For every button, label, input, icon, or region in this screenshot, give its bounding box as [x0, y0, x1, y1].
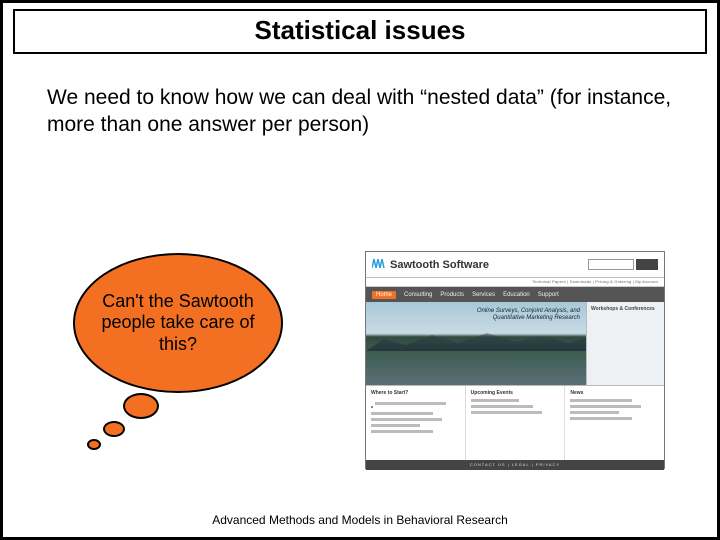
placeholder-line	[570, 399, 632, 402]
site-column: Upcoming Events	[466, 386, 566, 460]
search-button[interactable]	[636, 259, 658, 270]
slide: Statistical issues We need to know how w…	[0, 0, 720, 540]
nav-item[interactable]: Education	[503, 292, 530, 298]
placeholder-line	[371, 412, 433, 415]
nav-item[interactable]: Consulting	[404, 292, 432, 298]
thought-bubble-tail-3	[87, 439, 101, 450]
thought-bubble-main: Can't the Sawtooth people take care of t…	[73, 253, 283, 393]
thought-bubble-text: Can't the Sawtooth people take care of t…	[95, 291, 261, 356]
thought-bubble: Can't the Sawtooth people take care of t…	[73, 253, 313, 483]
site-brand-text: Sawtooth Software	[390, 259, 489, 271]
title-bar: Statistical issues	[13, 9, 707, 54]
site-hero: Online Surveys, Conjoint Analysis, and Q…	[366, 302, 664, 386]
hero-line-2: Quantitative Marketing Research	[477, 315, 580, 322]
slide-title: Statistical issues	[25, 15, 695, 46]
slide-body-text: We need to know how we can deal with “ne…	[47, 84, 673, 139]
placeholder-line	[471, 405, 533, 408]
thought-bubble-tail-1	[123, 393, 159, 419]
hero-line-1: Online Surveys, Conjoint Analysis, and	[477, 308, 580, 315]
nav-home[interactable]: Home	[372, 291, 396, 299]
sawtooth-icon	[372, 257, 386, 272]
column-title: News	[570, 390, 659, 396]
placeholder-line	[371, 430, 433, 433]
placeholder-line	[471, 399, 520, 402]
site-header: Sawtooth Software	[366, 252, 664, 278]
website-screenshot: Sawtooth Software Technical Papers | Dow…	[365, 251, 665, 469]
nav-item[interactable]: Services	[472, 292, 495, 298]
nav-item[interactable]: Products	[440, 292, 464, 298]
site-columns: Where to Start? Upcoming Events News	[366, 386, 664, 460]
hero-mountains	[366, 331, 586, 351]
thought-bubble-tail-2	[103, 421, 125, 437]
site-top-links: Technical Papers | Downloads | Pricing &…	[366, 278, 664, 287]
placeholder-line	[371, 418, 442, 421]
column-title: Where to Start?	[371, 390, 460, 396]
search-input[interactable]	[588, 259, 634, 270]
site-logo: Sawtooth Software	[372, 257, 489, 272]
hero-sidebar: Workshops & Conferences	[586, 302, 664, 385]
column-title: Upcoming Events	[471, 390, 560, 396]
nav-item[interactable]: Support	[538, 292, 559, 298]
placeholder-line	[471, 411, 542, 414]
placeholder-line	[371, 424, 420, 427]
site-nav: Home Consulting Products Services Educat…	[366, 287, 664, 302]
placeholder-line	[570, 411, 619, 414]
slide-footer: Advanced Methods and Models in Behaviora…	[3, 513, 717, 527]
site-column: Where to Start?	[366, 386, 466, 460]
hero-sidebar-title: Workshops & Conferences	[591, 306, 660, 313]
site-footer: CONTACT US | LEGAL | PRIVACY	[366, 460, 664, 470]
placeholder-line	[570, 417, 632, 420]
hero-tagline: Online Surveys, Conjoint Analysis, and Q…	[477, 308, 580, 322]
hero-image: Online Surveys, Conjoint Analysis, and Q…	[366, 302, 586, 385]
placeholder-line	[570, 405, 641, 408]
site-search	[588, 259, 658, 270]
site-column: News	[565, 386, 664, 460]
